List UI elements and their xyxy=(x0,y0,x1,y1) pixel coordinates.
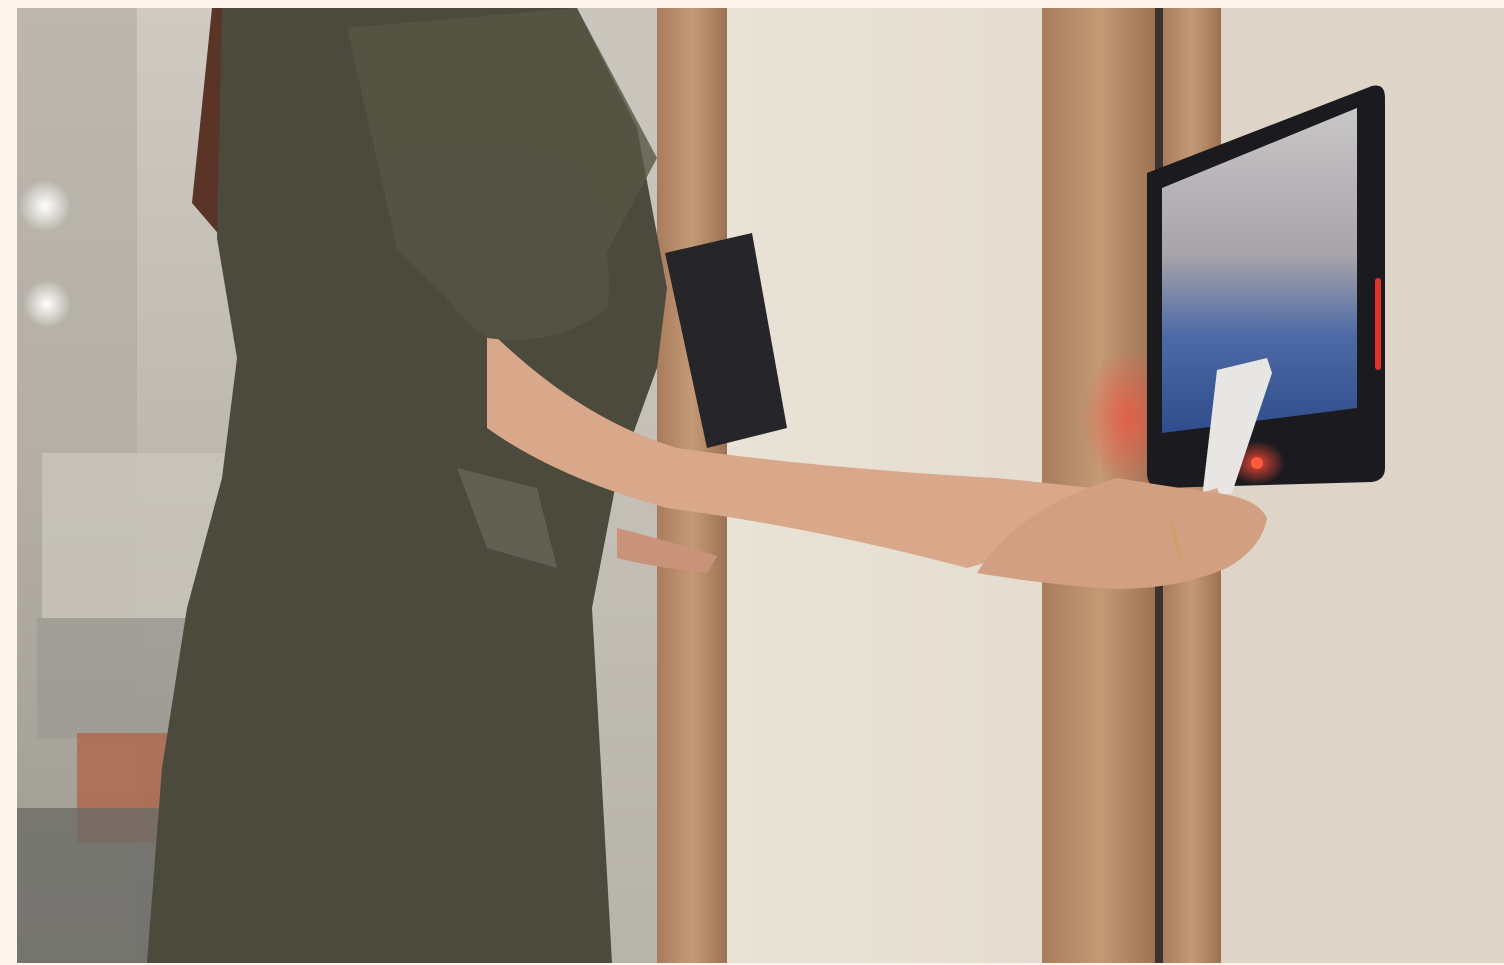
ceiling-light xyxy=(19,180,71,232)
ceiling-light xyxy=(23,280,71,328)
photo-frame xyxy=(17,8,1504,963)
status-light xyxy=(1375,278,1381,370)
nfc-indicator xyxy=(1251,457,1263,469)
access-control-photo xyxy=(17,8,1504,963)
